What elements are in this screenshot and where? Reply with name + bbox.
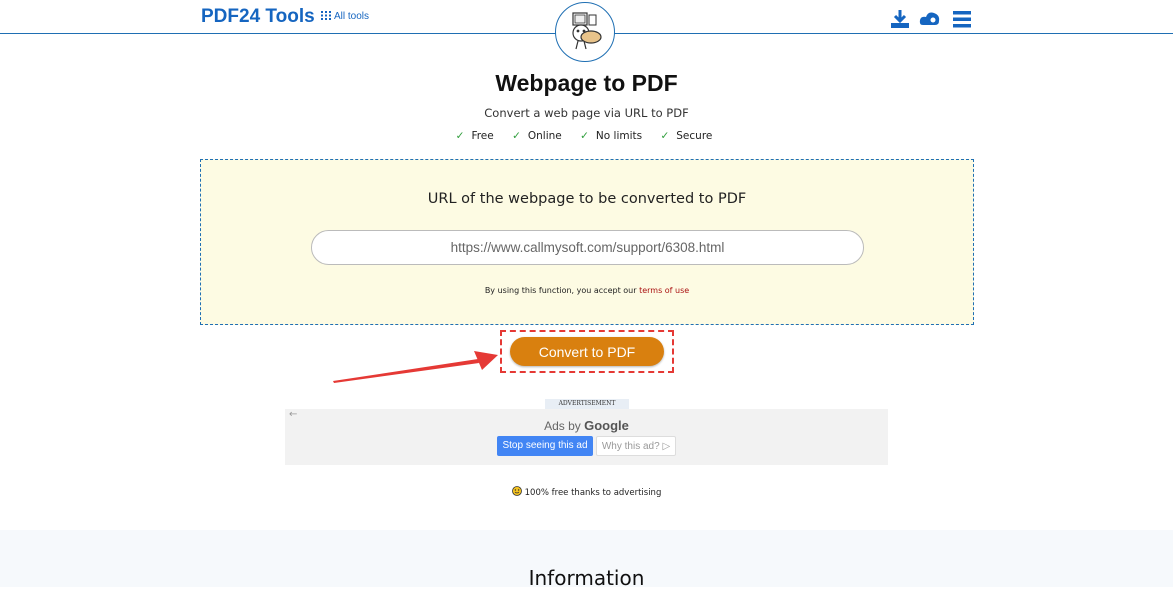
check-icon: ✓ bbox=[580, 130, 589, 142]
free-note-text: 100% free thanks to advertising bbox=[524, 488, 662, 498]
stop-seeing-ad-button[interactable]: Stop seeing this ad bbox=[497, 436, 593, 456]
logo[interactable]: PDF24 Tools bbox=[201, 6, 315, 28]
terms-notice: By using this function, you accept our t… bbox=[201, 286, 973, 295]
feature-list: ✓ Free ✓ Online ✓ No limits ✓ Secure bbox=[0, 130, 1173, 142]
all-tools-label: All tools bbox=[334, 11, 370, 22]
smiley-icon bbox=[511, 486, 522, 496]
terms-text: By using this function, you accept our bbox=[484, 286, 637, 295]
google-label: Google bbox=[584, 418, 629, 433]
cloud-icon[interactable] bbox=[919, 9, 941, 29]
mascot-logo[interactable] bbox=[555, 2, 615, 62]
all-tools-link[interactable]: All tools bbox=[321, 11, 369, 22]
check-icon: ✓ bbox=[660, 130, 670, 142]
ad-label: ADVERTISEMENT bbox=[545, 399, 629, 409]
annotation-arrow-icon bbox=[333, 351, 498, 383]
url-panel: URL of the webpage to be converted to PD… bbox=[200, 159, 974, 325]
download-icon[interactable] bbox=[890, 9, 910, 29]
info-title: Information bbox=[528, 566, 645, 590]
convert-button[interactable]: Convert to PDF bbox=[510, 337, 664, 366]
ads-by-google: Ads by Google bbox=[544, 418, 629, 433]
menu-icon[interactable] bbox=[952, 9, 972, 29]
feature-item: ✓ Free bbox=[455, 130, 494, 142]
why-this-ad-button[interactable]: Why this ad? ▷ bbox=[596, 436, 676, 456]
feature-item: ✓ Online bbox=[512, 130, 562, 142]
grid-icon bbox=[321, 11, 331, 20]
convert-highlight: Convert to PDF bbox=[500, 330, 674, 373]
free-note: 100% free thanks to advertising bbox=[0, 486, 1173, 498]
check-icon: ✓ bbox=[512, 130, 521, 142]
mascot-icon bbox=[572, 12, 602, 50]
check-icon: ✓ bbox=[455, 130, 465, 142]
feature-item: ✓ Secure bbox=[660, 130, 713, 142]
page-title: Webpage to PDF bbox=[495, 70, 678, 96]
url-input[interactable] bbox=[311, 230, 864, 265]
terms-link[interactable]: terms of use bbox=[639, 286, 689, 295]
ad-box: ← Ads by Google Stop seeing this ad Why … bbox=[285, 409, 888, 465]
url-label: URL of the webpage to be converted to PD… bbox=[427, 191, 747, 207]
page-subtitle: Convert a web page via URL to PDF bbox=[484, 106, 689, 120]
feature-item: ✓ No limits bbox=[580, 130, 643, 142]
